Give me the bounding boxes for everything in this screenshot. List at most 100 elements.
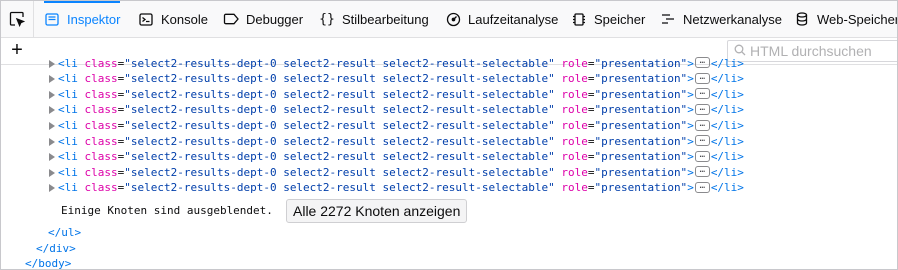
attr-name-role[interactable]: role xyxy=(561,88,588,101)
markup-node-li[interactable]: <li class="select2-results-dept-0 select… xyxy=(49,87,744,103)
tab-stilbearbeitung[interactable]: {} Stilbearbeitung xyxy=(319,1,429,37)
collapsed-children-badge[interactable]: … xyxy=(694,88,710,100)
attr-name-class[interactable]: class xyxy=(85,88,118,101)
attr-value-role[interactable]: "presentation" xyxy=(594,57,687,70)
tab-speicher[interactable]: Speicher xyxy=(571,1,645,37)
collapsed-children-badge[interactable]: … xyxy=(694,150,710,162)
attr-name-role[interactable]: role xyxy=(561,72,588,85)
collapsed-children-badge[interactable]: … xyxy=(694,103,710,115)
attr-value-class[interactable]: "select2-results-dept-0 select2-result s… xyxy=(124,72,554,85)
plus-icon: + xyxy=(11,39,23,61)
attr-name-role[interactable]: role xyxy=(561,181,588,194)
markup-node-li[interactable]: <li class="select2-results-dept-0 select… xyxy=(49,102,744,118)
markup-node-li[interactable]: <li class="select2-results-dept-0 select… xyxy=(49,118,744,134)
tag-end: > xyxy=(687,103,694,117)
markup-node-li[interactable]: <li class="select2-results-dept-0 select… xyxy=(49,149,744,165)
markup-node-li[interactable]: <li class="select2-results-dept-0 select… xyxy=(49,134,744,150)
markup-node-li[interactable]: <li class="select2-results-dept-0 select… xyxy=(49,71,744,87)
html-search-box[interactable] xyxy=(727,40,897,62)
attr-value-role[interactable]: "presentation" xyxy=(594,181,687,194)
attr-value-role[interactable]: "presentation" xyxy=(594,135,687,148)
tab-label: Netzwerkanalyse xyxy=(683,11,782,27)
close-tag: </li> xyxy=(710,87,744,101)
attr-name-class[interactable]: class xyxy=(85,150,118,163)
attr-value-role[interactable]: "presentation" xyxy=(594,72,687,85)
expand-twisty-icon[interactable] xyxy=(49,184,55,193)
html-search-input[interactable] xyxy=(750,41,894,61)
tab-laufzeitanalyse[interactable]: Laufzeitanalyse xyxy=(445,1,558,37)
attr-value-class[interactable]: "select2-results-dept-0 select2-result s… xyxy=(124,57,554,70)
close-tag: </li> xyxy=(710,119,744,132)
closing-tag-body[interactable]: </body> xyxy=(25,256,72,270)
tag-end: > xyxy=(687,87,694,101)
tab-netzwerkanalyse[interactable]: Netzwerkanalyse xyxy=(660,1,782,37)
attr-name-role[interactable]: role xyxy=(561,57,588,70)
attr-value-class[interactable]: "select2-results-dept-0 select2-result s… xyxy=(124,103,554,116)
attr-value-role[interactable]: "presentation" xyxy=(594,119,687,132)
expand-twisty-icon[interactable] xyxy=(49,75,55,84)
collapsed-children-badge[interactable]: … xyxy=(694,181,710,193)
attr-name-role[interactable]: role xyxy=(561,166,588,179)
attr-name-role[interactable]: role xyxy=(561,119,588,132)
attr-value-class[interactable]: "select2-results-dept-0 select2-result s… xyxy=(124,166,554,179)
attr-value-class[interactable]: "select2-results-dept-0 select2-result s… xyxy=(124,119,554,132)
expand-twisty-icon[interactable] xyxy=(49,168,55,177)
tag-end: > xyxy=(687,56,694,70)
attr-name-class[interactable]: class xyxy=(85,166,118,179)
console-icon xyxy=(138,11,154,27)
attr-value-class[interactable]: "select2-results-dept-0 select2-result s… xyxy=(124,181,554,194)
attr-name-role[interactable]: role xyxy=(561,150,588,163)
tab-label: Inspektor xyxy=(67,11,121,27)
collapsed-children-badge[interactable]: … xyxy=(694,166,710,178)
open-tag: <li xyxy=(58,56,78,70)
tab-konsole[interactable]: Konsole xyxy=(138,1,208,37)
markup-node-li[interactable]: <li class="select2-results-dept-0 select… xyxy=(49,56,744,72)
tag-text: </body> xyxy=(25,257,72,270)
element-picker-button[interactable] xyxy=(1,1,34,37)
expand-twisty-icon[interactable] xyxy=(49,153,55,162)
expand-twisty-icon[interactable] xyxy=(49,59,55,68)
markup-node-li[interactable]: <li class="select2-results-dept-0 select… xyxy=(49,165,744,181)
attr-value-class[interactable]: "select2-results-dept-0 select2-result s… xyxy=(124,88,554,101)
tag-text: </div> xyxy=(36,241,76,255)
attr-value-role[interactable]: "presentation" xyxy=(594,88,687,101)
attr-name-class[interactable]: class xyxy=(85,103,118,116)
attr-name-class[interactable]: class xyxy=(85,72,118,85)
attr-value-role[interactable]: "presentation" xyxy=(594,150,687,163)
attr-value-class[interactable]: "select2-results-dept-0 select2-result s… xyxy=(124,150,554,163)
collapsed-children-badge[interactable]: … xyxy=(694,72,710,84)
debugger-icon xyxy=(223,11,239,27)
close-tag: </li> xyxy=(710,103,744,117)
expand-twisty-icon[interactable] xyxy=(49,106,55,115)
tab-inspektor[interactable]: Inspektor xyxy=(44,1,121,37)
collapsed-children-badge[interactable]: … xyxy=(694,57,710,69)
attr-value-role[interactable]: "presentation" xyxy=(594,103,687,116)
attr-name-role[interactable]: role xyxy=(561,135,588,148)
attr-name-role[interactable]: role xyxy=(561,103,588,116)
tab-debugger[interactable]: Debugger xyxy=(223,1,303,37)
tab-web-speicher[interactable]: Web-Speicher xyxy=(794,1,897,37)
attr-value-role[interactable]: "presentation" xyxy=(594,166,687,179)
attr-value-class[interactable]: "select2-results-dept-0 select2-result s… xyxy=(124,135,554,148)
collapsed-children-badge[interactable]: … xyxy=(694,119,710,131)
expand-twisty-icon[interactable] xyxy=(49,137,55,146)
add-node-button[interactable]: + xyxy=(8,39,26,61)
attr-name-class[interactable]: class xyxy=(85,119,118,132)
closing-tag-div[interactable]: </div> xyxy=(36,241,76,257)
tag-end: > xyxy=(687,150,694,164)
attr-name-class[interactable]: class xyxy=(85,57,118,70)
show-all-nodes-button[interactable]: Alle 2272 Knoten anzeigen xyxy=(286,199,468,223)
attr-name-class[interactable]: class xyxy=(85,135,118,148)
attr-name-class[interactable]: class xyxy=(85,181,118,194)
close-tag: </li> xyxy=(710,181,744,195)
close-tag: </li> xyxy=(710,72,744,86)
tag-end: > xyxy=(687,134,694,148)
search-icon xyxy=(734,44,746,56)
closing-tag-ul[interactable]: </ul> xyxy=(48,225,81,241)
expand-twisty-icon[interactable] xyxy=(49,90,55,99)
expand-twisty-icon[interactable] xyxy=(49,122,55,130)
collapsed-children-badge[interactable]: … xyxy=(694,135,710,147)
markup-node-li[interactable]: <li class="select2-results-dept-0 select… xyxy=(49,180,744,196)
performance-icon xyxy=(445,11,461,27)
tag-end: > xyxy=(687,119,694,132)
